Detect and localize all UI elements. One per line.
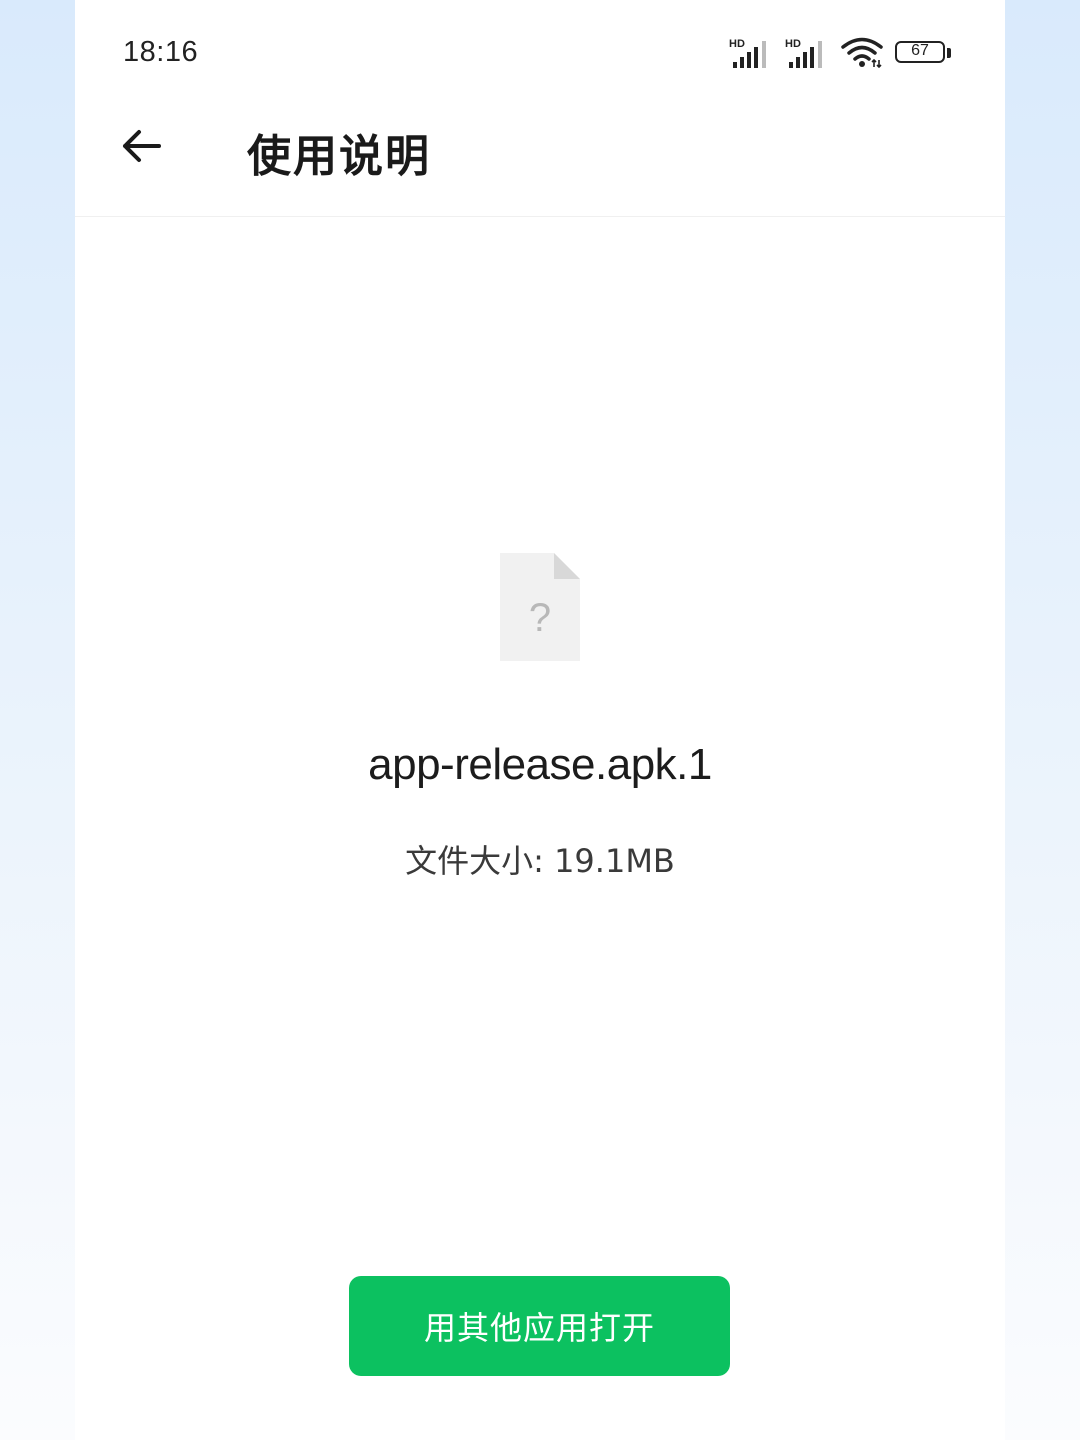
signal-icon: HD	[729, 38, 773, 70]
status-time: 18:16	[123, 36, 199, 68]
arrow-left-icon	[123, 130, 161, 162]
file-size: 文件大小: 19.1MB	[405, 842, 675, 880]
battery-nub	[947, 48, 951, 58]
status-icons: HD HD 67	[729, 36, 953, 72]
battery-icon: 67	[895, 41, 953, 67]
signal-icon: HD	[785, 38, 829, 70]
battery-level: 67	[911, 42, 929, 59]
page-title: 使用说明	[247, 131, 431, 182]
unknown-file-icon: ?	[500, 553, 580, 661]
back-button[interactable]	[115, 120, 167, 172]
open-with-other-app-button[interactable]: 用其他应用打开	[349, 1276, 730, 1376]
file-name: app-release.apk.1	[368, 740, 712, 789]
app-bar: 使用说明	[75, 100, 1005, 217]
phone-screen: 18:16 HD HD 67 使用说明 ? app-release.apk.1 …	[75, 0, 1005, 1440]
status-bar: 18:16 HD HD 67	[75, 0, 1005, 100]
wifi-icon	[841, 36, 883, 73]
file-icon-glyph: ?	[529, 596, 551, 640]
